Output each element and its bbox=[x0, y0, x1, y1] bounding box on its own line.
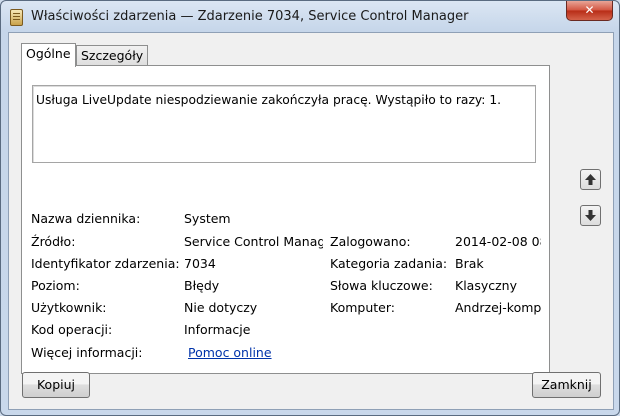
computer-value: Andrzej-komp bbox=[455, 300, 541, 315]
level-label: Poziom: bbox=[31, 278, 80, 293]
event-description-text: Usługa LiveUpdate niespodziewanie zakońc… bbox=[36, 93, 502, 107]
keywords-value: Klasyczny bbox=[455, 278, 517, 293]
online-help-link[interactable]: Pomoc online bbox=[188, 345, 272, 360]
level-value: Błędy bbox=[184, 278, 220, 293]
arrow-up-icon bbox=[585, 174, 596, 185]
tab-general[interactable]: Ogólne bbox=[21, 43, 76, 67]
event-id-value: 7034 bbox=[184, 256, 216, 271]
event-description-box[interactable]: Usługa LiveUpdate niespodziewanie zakońc… bbox=[32, 85, 536, 163]
next-event-button[interactable] bbox=[580, 205, 601, 226]
title-bar[interactable]: Właściwości zdarzenia — Zdarzenie 7034, … bbox=[1, 1, 619, 33]
log-name-label: Nazwa dziennika: bbox=[31, 211, 141, 226]
log-name-value: System bbox=[184, 211, 231, 226]
opcode-value: Informacje bbox=[184, 322, 251, 337]
arrow-down-icon bbox=[585, 210, 596, 221]
copy-button[interactable]: Kopiuj bbox=[22, 372, 90, 398]
source-label: Źródło: bbox=[31, 234, 76, 249]
window-close-button[interactable]: ✕ bbox=[566, 1, 613, 21]
opcode-label: Kod operacji: bbox=[31, 322, 113, 337]
logged-value: 2014-02-08 08 bbox=[455, 234, 541, 249]
logged-label: Zalogowano: bbox=[330, 234, 411, 249]
keywords-label: Słowa kluczowe: bbox=[330, 278, 433, 293]
previous-event-button[interactable] bbox=[580, 169, 601, 190]
general-tab-panel: Usługa LiveUpdate niespodziewanie zakońc… bbox=[21, 65, 550, 374]
event-properties-window: Właściwości zdarzenia — Zdarzenie 7034, … bbox=[0, 0, 620, 416]
more-info-label: Więcej informacji: bbox=[31, 345, 143, 360]
event-viewer-icon bbox=[10, 9, 23, 26]
computer-label: Komputer: bbox=[330, 300, 395, 315]
source-value: Service Control Manag bbox=[184, 234, 323, 249]
event-id-label: Identyfikator zdarzenia: bbox=[31, 256, 180, 271]
task-category-label: Kategoria zadania: bbox=[330, 256, 448, 271]
tab-details[interactable]: Szczegóły bbox=[76, 45, 149, 67]
user-label: Użytkownik: bbox=[31, 300, 107, 315]
task-category-value: Brak bbox=[455, 256, 484, 271]
window-title: Właściwości zdarzenia — Zdarzenie 7034, … bbox=[31, 9, 469, 24]
close-button[interactable]: Zamknij bbox=[532, 372, 601, 398]
dialog-client-area: Ogólne Szczegóły Usługa LiveUpdate niesp… bbox=[8, 32, 614, 410]
user-value: Nie dotyczy bbox=[184, 300, 258, 315]
